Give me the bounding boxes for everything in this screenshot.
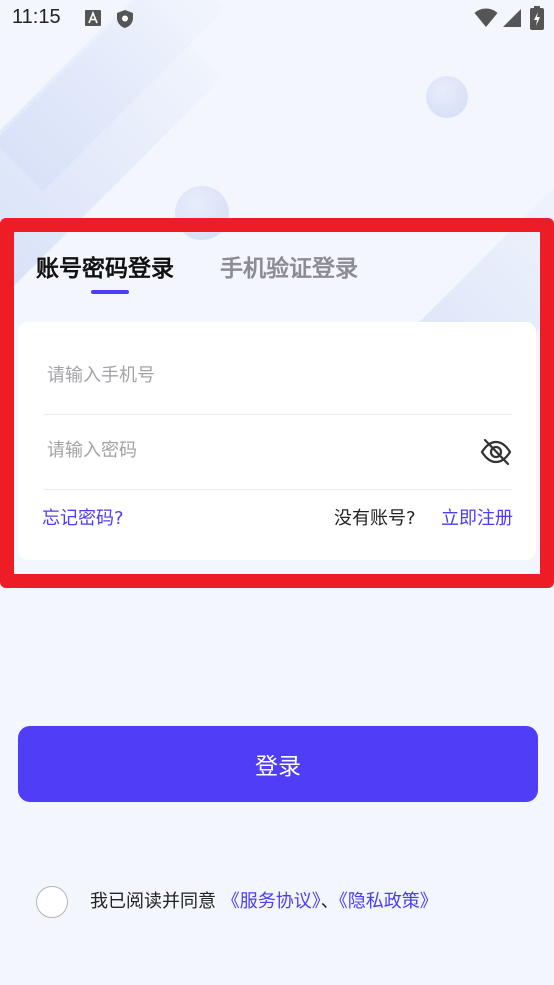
agreement-separator: 、 — [320, 891, 339, 912]
status-time: 11:15 — [12, 6, 61, 28]
battery-icon — [530, 6, 544, 30]
agreement-text: 我已阅读并同意 — [90, 891, 216, 912]
agreement-checkbox[interactable] — [36, 886, 68, 918]
a-notification-icon — [85, 10, 101, 26]
privacy-policy-link[interactable]: 《隐私政策》 — [339, 891, 438, 912]
signal-icon — [503, 9, 521, 27]
wifi-icon — [474, 8, 498, 27]
highlight-frame — [0, 218, 554, 588]
service-agreement-link[interactable]: 《服务协议》 — [222, 891, 321, 912]
status-bar: 11:15 — [0, 0, 554, 38]
background-circle — [426, 76, 468, 118]
login-button[interactable]: 登录 — [18, 726, 538, 802]
agreement-row: 我已阅读并同意 《服务协议》、《隐私政策》 — [90, 887, 438, 913]
shield-icon — [117, 10, 133, 28]
